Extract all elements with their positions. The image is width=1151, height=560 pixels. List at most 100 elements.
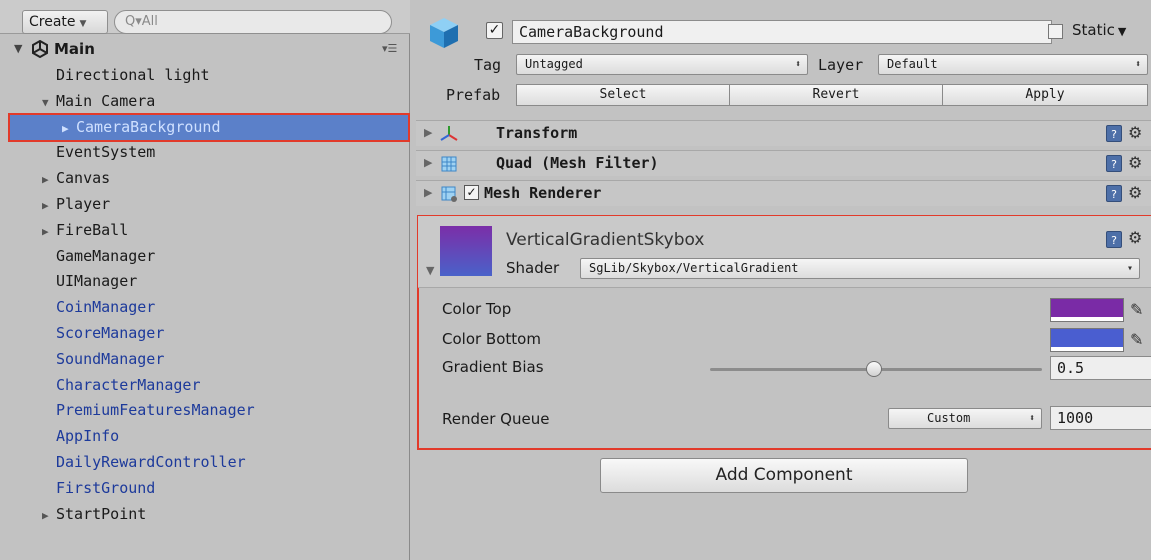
hierarchy-panel: Create ▼ Q▾All ▼ Main ▾☰ Directional ligh… xyxy=(0,0,410,560)
transform-icon xyxy=(440,125,458,143)
gear-icon[interactable]: ⚙ xyxy=(1128,228,1142,247)
mesh-filter-icon xyxy=(440,155,458,173)
help-icon[interactable]: ? xyxy=(1106,125,1122,142)
hierarchy-item[interactable]: ScoreManager xyxy=(42,320,164,346)
color-bottom-field[interactable] xyxy=(1050,328,1124,352)
static-dropdown[interactable]: Static ▼ xyxy=(1072,21,1126,39)
fold-arrow-icon[interactable]: ▶ xyxy=(62,116,76,142)
hierarchy-item-label: Directional light xyxy=(56,66,210,84)
hierarchy-item[interactable]: SoundManager xyxy=(42,346,164,372)
shader-dropdown[interactable]: SgLib/Skybox/VerticalGradient ▾ xyxy=(580,258,1140,279)
unity-scene-icon xyxy=(31,39,49,63)
hierarchy-search-input[interactable]: Q▾All xyxy=(114,10,392,34)
prefab-apply-button[interactable]: Apply xyxy=(942,84,1148,106)
prefab-select-button[interactable]: Select xyxy=(516,84,730,106)
help-icon[interactable]: ? xyxy=(1106,155,1122,172)
hierarchy-item-label: StartPoint xyxy=(56,504,147,523)
hierarchy-item[interactable]: CharacterManager xyxy=(42,372,201,398)
hierarchy-item[interactable]: ▶ Canvas xyxy=(42,165,110,191)
hierarchy-item[interactable]: UIManager xyxy=(42,268,137,294)
hierarchy-item[interactable]: ▶ StartPoint xyxy=(42,501,146,527)
shader-value: SgLib/Skybox/VerticalGradient xyxy=(589,261,799,275)
hierarchy-item-label: FireBall xyxy=(56,220,129,239)
prefab-revert-button[interactable]: Revert xyxy=(729,84,943,106)
hierarchy-item[interactable]: ▶ CameraBackground xyxy=(62,114,221,140)
render-queue-label: Render Queue xyxy=(442,410,550,428)
scene-menu-icon[interactable]: ▾☰ xyxy=(382,42,397,55)
component-transform[interactable]: ▶ Transform ? ⚙ xyxy=(416,120,1151,146)
fold-arrow-icon[interactable]: ▶ xyxy=(42,167,56,193)
fold-arrow-icon[interactable]: ▼ xyxy=(42,90,56,116)
active-checkbox[interactable]: ✓ xyxy=(486,22,503,39)
fold-arrow-icon[interactable]: ▶ xyxy=(42,219,56,245)
inspector-panel: ✓ CameraBackground Static ▼ Tag Untagged ⬍… xyxy=(416,0,1151,560)
render-queue-mode: Custom xyxy=(927,411,971,425)
color-top-swatch xyxy=(1051,299,1123,317)
material-preview-swatch[interactable] xyxy=(440,226,492,276)
updown-caret-icon: ⬍ xyxy=(794,59,801,70)
gear-icon[interactable]: ⚙ xyxy=(1128,153,1142,172)
mesh-renderer-enabled-checkbox[interactable]: ✓ xyxy=(464,185,479,200)
component-mesh-filter[interactable]: ▶ Quad (Mesh Filter) ? ⚙ xyxy=(416,150,1151,176)
hierarchy-item[interactable]: PremiumFeaturesManager xyxy=(42,397,255,423)
hierarchy-item[interactable]: DailyRewardController xyxy=(42,449,246,475)
material-name: VerticalGradientSkybox xyxy=(506,230,705,250)
dropdown-arrow-icon: ▼ xyxy=(79,19,87,29)
hierarchy-item[interactable]: EventSystem xyxy=(42,139,155,165)
hierarchy-item[interactable]: GameManager xyxy=(42,243,155,269)
eyedropper-icon[interactable]: ✎ xyxy=(1130,300,1143,319)
updown-caret-icon: ⬍ xyxy=(1028,413,1035,424)
render-queue-mode-dropdown[interactable]: Custom ⬍ xyxy=(888,408,1042,429)
hierarchy-item[interactable]: FirstGround xyxy=(42,475,155,501)
color-bottom-label: Color Bottom xyxy=(442,330,541,348)
scene-row[interactable]: ▼ Main ▾☰ xyxy=(0,38,410,62)
fold-arrow-icon[interactable]: ▶ xyxy=(42,503,56,529)
fold-arrow-icon[interactable]: ▶ xyxy=(42,193,56,219)
help-icon[interactable]: ? xyxy=(1106,185,1122,202)
hierarchy-item-label: GameManager xyxy=(56,246,156,265)
hierarchy-item[interactable]: ▼ Main Camera xyxy=(42,88,155,114)
color-bottom-swatch xyxy=(1051,329,1123,347)
component-name: Quad (Mesh Filter) xyxy=(496,154,659,172)
material-section: ▼ VerticalGradientSkybox ? ⚙ Shader SgLi… xyxy=(417,215,1151,450)
eyedropper-icon[interactable]: ✎ xyxy=(1130,330,1143,349)
gradient-bias-label: Gradient Bias xyxy=(442,358,544,376)
scene-name: Main xyxy=(54,40,95,58)
slider-knob[interactable] xyxy=(866,361,882,377)
layer-dropdown[interactable]: Default ⬍ xyxy=(878,54,1148,75)
gear-icon[interactable]: ⚙ xyxy=(1128,123,1142,142)
static-checkbox[interactable] xyxy=(1048,24,1063,39)
layer-value: Default xyxy=(887,57,938,71)
hierarchy-item-label: DailyRewardController xyxy=(56,453,246,471)
hierarchy-toolbar: Create ▼ Q▾All xyxy=(0,0,410,34)
gradient-bias-input[interactable]: 0.5 xyxy=(1050,356,1151,380)
hierarchy-item-label: EventSystem xyxy=(56,143,156,162)
hierarchy-item-label: SoundManager xyxy=(56,349,165,368)
component-mesh-renderer[interactable]: ▶ ✓ Mesh Renderer ? ⚙ xyxy=(416,180,1151,206)
mesh-renderer-icon xyxy=(440,185,458,203)
fold-arrow-icon[interactable]: ▼ xyxy=(426,264,434,277)
hierarchy-item[interactable]: CoinManager xyxy=(42,294,155,320)
scene-fold-icon[interactable]: ▼ xyxy=(14,42,22,55)
shader-label: Shader xyxy=(506,259,560,277)
add-component-button[interactable]: Add Component xyxy=(600,458,968,493)
hierarchy-item[interactable]: ▶ Player xyxy=(42,191,110,217)
render-queue-input[interactable]: 1000 xyxy=(1050,406,1151,430)
gear-icon[interactable]: ⚙ xyxy=(1128,183,1142,202)
help-icon[interactable]: ? xyxy=(1106,231,1122,248)
hierarchy-item[interactable]: ▶ FireBall xyxy=(42,217,128,243)
fold-arrow-icon[interactable]: ▶ xyxy=(424,156,432,169)
hierarchy-item[interactable]: Directional light xyxy=(42,62,210,88)
color-top-label: Color Top xyxy=(442,300,512,318)
create-button[interactable]: Create ▼ xyxy=(22,10,108,34)
fold-arrow-icon[interactable]: ▶ xyxy=(424,126,432,139)
layer-label: Layer xyxy=(818,56,864,74)
hierarchy-item[interactable]: AppInfo xyxy=(42,423,119,449)
fold-arrow-icon[interactable]: ▶ xyxy=(424,186,432,199)
chevron-down-icon: ▼ xyxy=(1117,25,1127,38)
tag-dropdown[interactable]: Untagged ⬍ xyxy=(516,54,808,75)
object-name-field[interactable]: CameraBackground xyxy=(512,20,1052,44)
hierarchy-item-label: UIManager xyxy=(56,272,138,291)
create-label: Create xyxy=(29,14,76,30)
color-top-field[interactable] xyxy=(1050,298,1124,322)
